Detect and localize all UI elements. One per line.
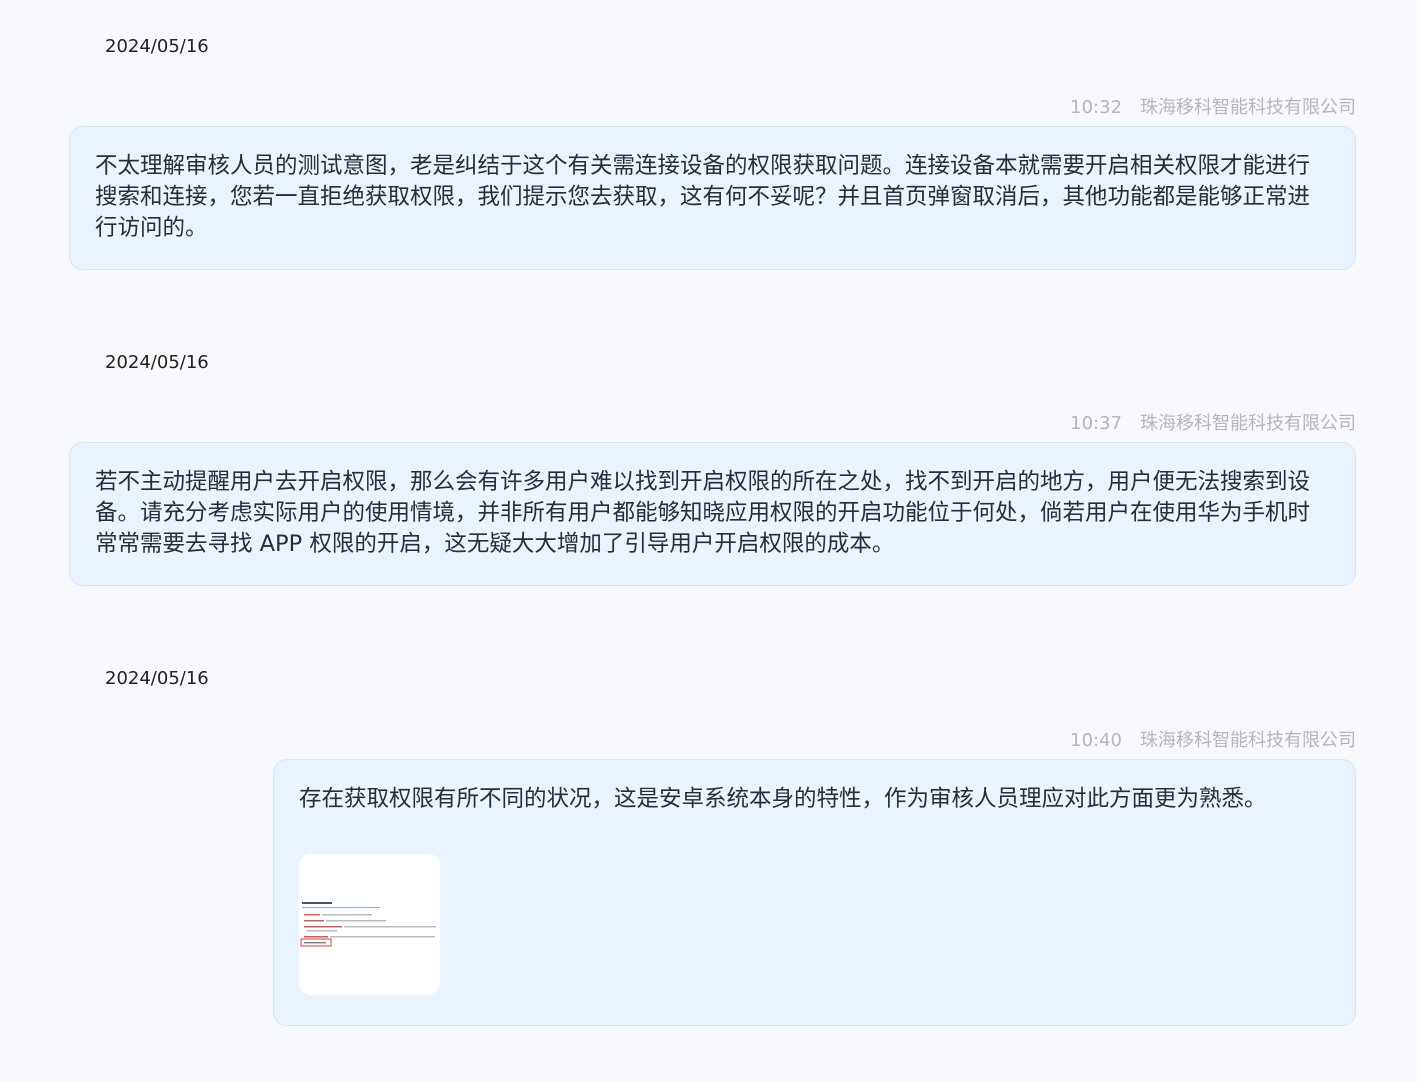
- message-time: 10:40: [1070, 730, 1122, 751]
- message-bubble: 若不主动提醒用户去开启权限，那么会有许多用户难以找到开启权限的所在之处，找不到开…: [69, 442, 1356, 586]
- image-thumbnail[interactable]: [299, 854, 440, 995]
- message-sender: 珠海移科智能科技有限公司: [1140, 730, 1356, 751]
- message-time: 10:32: [1070, 97, 1122, 118]
- message-text: 存在获取权限有所不同的状况，这是安卓系统本身的特性，作为审核人员理应对此方面更为…: [299, 786, 1267, 812]
- message-bubble: 存在获取权限有所不同的状况，这是安卓系统本身的特性，作为审核人员理应对此方面更为…: [273, 759, 1356, 1026]
- message-meta: 10:40 珠海移科智能科技有限公司: [1070, 730, 1356, 752]
- message-text: 不太理解审核人员的测试意图，老是纠结于这个有关需连接设备的权限获取问题。连接设备…: [95, 153, 1311, 241]
- message-time: 10:37: [1070, 413, 1122, 434]
- message-bubble: 不太理解审核人员的测试意图，老是纠结于这个有关需连接设备的权限获取问题。连接设备…: [69, 126, 1356, 270]
- message-date: 2024/05/16: [105, 36, 209, 57]
- message-meta: 10:32 珠海移科智能科技有限公司: [1070, 97, 1356, 119]
- screenshot-preview-graphic: [299, 854, 440, 995]
- message-date: 2024/05/16: [105, 352, 209, 373]
- message-sender: 珠海移科智能科技有限公司: [1140, 413, 1356, 434]
- message-meta: 10:37 珠海移科智能科技有限公司: [1070, 413, 1356, 435]
- message-date: 2024/05/16: [105, 668, 209, 689]
- message-text: 若不主动提醒用户去开启权限，那么会有许多用户难以找到开启权限的所在之处，找不到开…: [95, 469, 1311, 557]
- message-sender: 珠海移科智能科技有限公司: [1140, 97, 1356, 118]
